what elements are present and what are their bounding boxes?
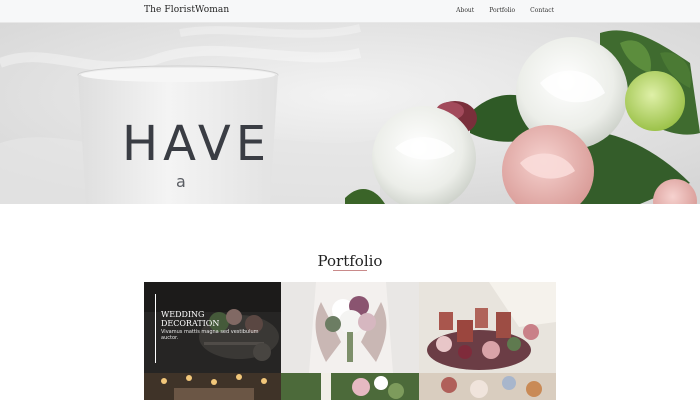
- title-underline: [333, 270, 367, 271]
- hero-image: [0, 23, 700, 204]
- nav-menu: About Portfolio Contact: [456, 7, 554, 14]
- portfolio-tile-lights[interactable]: [144, 373, 281, 400]
- brand-link[interactable]: The FloristWoman: [144, 5, 229, 15]
- tile-description: Vivamus mattis magna sed vestibulum auct…: [161, 329, 259, 341]
- portfolio-tile-table[interactable]: [419, 373, 556, 400]
- tile-image-bouquet: [281, 282, 419, 373]
- portfolio-grid: WEDDING DECORATION Vivamus mattis magna …: [144, 282, 556, 400]
- tile-image-candles: [419, 282, 556, 373]
- tile-image-table: [419, 373, 556, 400]
- tile-image-string-lights: [144, 373, 281, 400]
- tile-image-greenery: [281, 373, 419, 400]
- nav-link-contact[interactable]: Contact: [530, 7, 554, 14]
- tile-title: WEDDING DECORATION: [161, 310, 220, 328]
- portfolio-tile-greenery[interactable]: [281, 373, 419, 400]
- portfolio-tile-bouquet[interactable]: [281, 282, 419, 373]
- nav-link-portfolio[interactable]: Portfolio: [489, 7, 515, 14]
- portfolio-tile-wedding-decoration[interactable]: WEDDING DECORATION Vivamus mattis magna …: [144, 282, 281, 373]
- portfolio-tile-candles[interactable]: [419, 282, 556, 373]
- section-title-portfolio: Portfolio: [317, 252, 383, 270]
- hero-banner: HAVE a: [0, 23, 700, 204]
- nav-link-about[interactable]: About: [456, 7, 474, 14]
- candle-text-small: a: [176, 172, 186, 191]
- candle-text: HAVE: [122, 116, 272, 172]
- navbar: The FloristWoman About Portfolio Contact: [0, 0, 700, 23]
- tile-caption: WEDDING DECORATION Vivamus mattis magna …: [155, 294, 275, 363]
